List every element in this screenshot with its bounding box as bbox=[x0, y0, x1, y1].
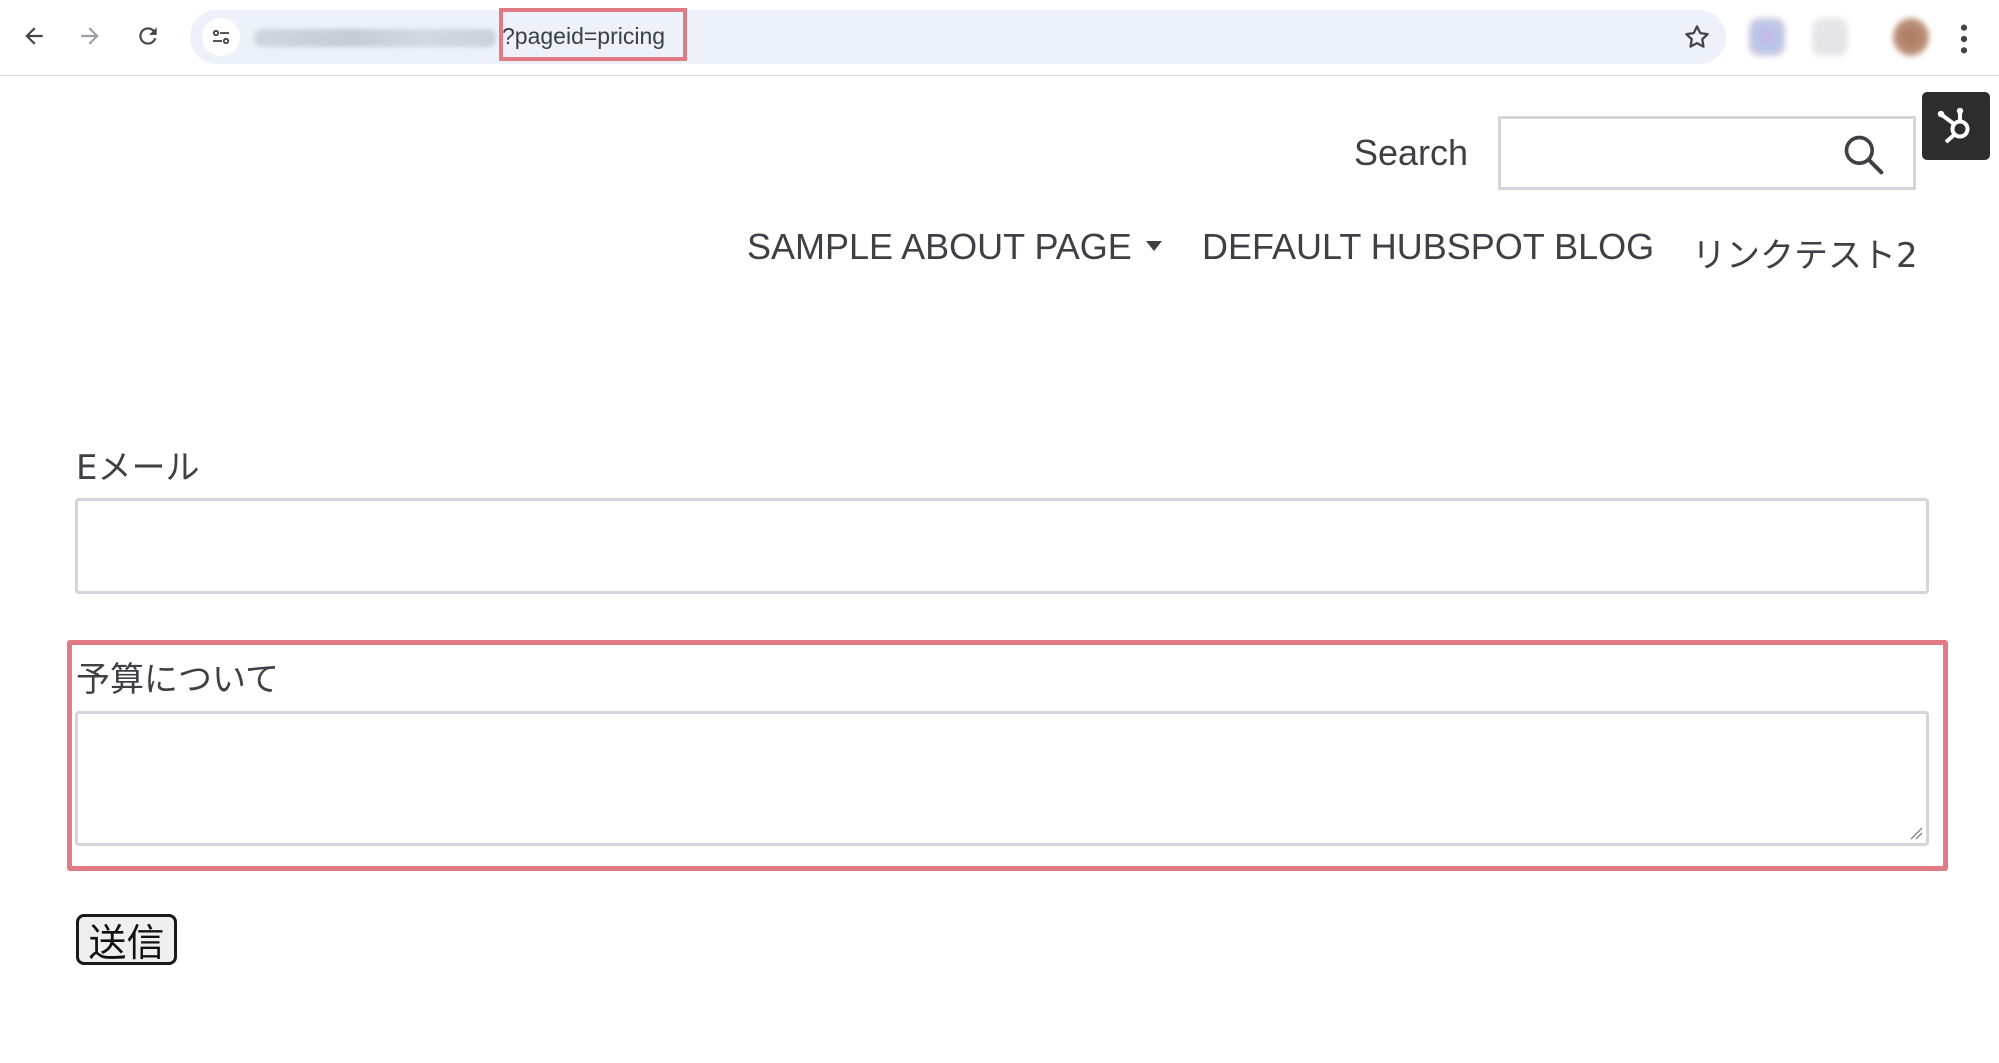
nav-item-label: リンクテスト2 bbox=[1692, 236, 1918, 276]
menu-dots-icon[interactable] bbox=[1956, 22, 1972, 56]
nav-item-label: SAMPLE ABOUT PAGE bbox=[747, 226, 1132, 267]
address-bar[interactable]: ?pageid=pricing bbox=[190, 10, 1726, 64]
search-input[interactable] bbox=[1498, 116, 1916, 190]
email-field[interactable] bbox=[75, 498, 1929, 594]
forward-button[interactable] bbox=[70, 16, 110, 56]
profile-avatar[interactable] bbox=[1893, 18, 1929, 56]
nav-item-label: DEFAULT HUBSPOT BLOG bbox=[1202, 226, 1655, 267]
email-label: Eメール bbox=[76, 448, 200, 488]
url-highlight-annotation bbox=[499, 8, 687, 61]
reload-button[interactable] bbox=[128, 16, 168, 56]
back-button[interactable] bbox=[14, 16, 54, 56]
extension-icon[interactable] bbox=[1812, 18, 1848, 56]
site-info-button[interactable] bbox=[202, 18, 240, 56]
budget-label: 予算について bbox=[76, 660, 279, 700]
caret-down-icon bbox=[1145, 241, 1162, 252]
browser-toolbar: ?pageid=pricing bbox=[0, 0, 1999, 76]
bookmark-star-icon[interactable] bbox=[1682, 22, 1712, 52]
forward-icon bbox=[81, 27, 99, 45]
extension-icon[interactable] bbox=[1749, 18, 1785, 56]
submit-button[interactable]: 送信 bbox=[76, 914, 177, 965]
nav-item-link-test-2[interactable]: リンクテスト2 bbox=[1692, 228, 1918, 277]
hubspot-sprocket-icon bbox=[1937, 107, 1970, 144]
url-host-blurred bbox=[254, 29, 496, 47]
nav-item-sample-about-page[interactable]: SAMPLE ABOUT PAGE bbox=[747, 226, 1162, 268]
back-icon bbox=[25, 27, 43, 45]
resize-handle-icon[interactable] bbox=[1909, 826, 1923, 840]
budget-textarea[interactable] bbox=[75, 711, 1929, 846]
search-label: Search bbox=[1354, 132, 1469, 173]
site-info-icon bbox=[212, 29, 230, 45]
nav-item-default-hubspot-blog[interactable]: DEFAULT HUBSPOT BLOG bbox=[1202, 226, 1654, 268]
reload-icon bbox=[139, 27, 157, 45]
search-icon[interactable] bbox=[1841, 132, 1885, 176]
hubspot-sprocket-button[interactable] bbox=[1922, 92, 1990, 160]
